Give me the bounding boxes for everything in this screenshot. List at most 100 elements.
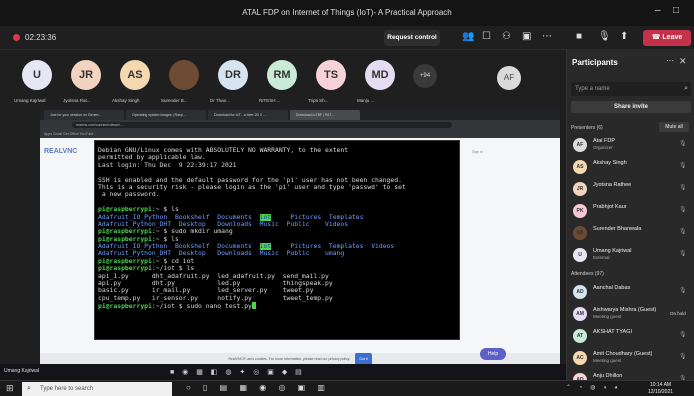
mic-muted-icon: 🎙	[679, 163, 687, 169]
windows-start-icon[interactable]: ⊞	[6, 383, 14, 394]
windows-taskbar: ⊞ ⌕ Type here to search ○ ▯ ▤ ▦ ◉ ◎ ▣ ▥ …	[0, 380, 694, 396]
terminal-line: Debian GNU/Linux comes with ABSOLUTELY N…	[98, 147, 456, 154]
participant-list-item[interactable]: PK Prabhjot Kaur 🎙	[571, 202, 693, 222]
avatar: PK	[573, 204, 587, 218]
mic-off-icon[interactable]: 🎙	[598, 31, 611, 42]
system-tray-icons[interactable]: ⌃ ◔ ◍ ◑ ◕	[566, 384, 621, 391]
avatar: AT	[573, 329, 587, 343]
participant-list-item[interactable]: AT AKSHAT TYAGI 🎙	[571, 327, 693, 347]
terminal-window[interactable]: Debian GNU/Linux comes with ABSOLUTELY N…	[94, 140, 460, 340]
search-icon: ⌕	[27, 385, 31, 392]
leave-button[interactable]: ☎ Leave	[643, 30, 691, 46]
terminal-line: pi@raspberrypi:~/iot $ ls	[98, 265, 456, 272]
participant-name: Surender Bhanwala	[593, 226, 642, 232]
url-field[interactable]: realvnc.com/connect/viewer/...	[72, 122, 452, 128]
participant-tile[interactable]: AS Akshay Singh	[112, 54, 160, 110]
participant-tile[interactable]: JR Jyotsna Rat...	[63, 54, 111, 110]
avatar: MD	[365, 60, 395, 90]
terminal-text: pi@raspberrypi	[98, 265, 152, 273]
participant-tile[interactable]: TS Tripti Sh...	[308, 54, 356, 110]
browser-tab[interactable]: Download IoTBF | PAT...	[290, 110, 360, 120]
terminal-line: a new password.	[98, 191, 456, 198]
participant-tile[interactable]: U Umang Kajriwal	[14, 54, 62, 110]
participant-search-input[interactable]: Type a name ⌕	[571, 82, 691, 96]
minimize-icon[interactable]: –	[655, 5, 661, 16]
terminal-line: pi@raspberrypi:~ $ sudo mkdir umang	[98, 228, 456, 235]
more-actions-icon[interactable]: ⋯	[542, 31, 552, 42]
participants-icon[interactable]: 👥	[462, 31, 474, 42]
maximize-icon[interactable]: □	[673, 5, 679, 16]
participant-list-item[interactable]: U Umang Kajriwal External 🎙	[571, 246, 693, 266]
terminal-text: Adafruit_IO_Python Bookshelf Documents	[98, 213, 260, 221]
share-screen-icon[interactable]: ⬆	[620, 31, 628, 42]
sign-in-link[interactable]: Sign in	[472, 150, 483, 154]
participants-panel: Participants ⋯ ✕ Type a name ⌕ Share inv…	[566, 50, 694, 387]
participant-name: Jyotsna Rathee	[593, 182, 632, 188]
close-icon[interactable]: ✕	[679, 56, 687, 67]
search-icon: ⌕	[684, 85, 688, 92]
terminal-line: pi@raspberrypi:~ $ ls	[98, 206, 456, 213]
terminal-text: Adafruit_Python_DHT Desktop Downloads Mu…	[98, 250, 345, 258]
request-control-button[interactable]: Request control	[384, 30, 440, 46]
bookmarks-bar: Apps Gmail Get Office YouTube	[40, 130, 560, 138]
terminal-text: Pictures Templates Videos	[271, 243, 395, 251]
participant-list-item[interactable]: JR Jyotsna Rathee 🎙	[571, 180, 693, 200]
avatar: AS	[120, 60, 150, 90]
browser-tab[interactable]: Operating system images | Rasp...	[126, 110, 206, 120]
help-button[interactable]: Help	[480, 348, 506, 360]
participant-role: Meeting guest	[593, 358, 622, 363]
taskbar-app-icons[interactable]: ○ ▯ ▤ ▦ ◉ ◎ ▣ ▥	[186, 383, 330, 392]
avatar: AS	[573, 160, 587, 174]
participant-list-item[interactable]: AC Amit Choudhary (Guest) Meeting guest 🎙	[571, 349, 693, 369]
search-placeholder: Type here to search	[40, 386, 94, 392]
browser-tab[interactable]: Download for IoT - a beer 2D 0 ...	[208, 110, 288, 120]
terminal-text: Pictures Templates	[271, 213, 364, 221]
terminal-text: :~ $ ls	[151, 206, 179, 214]
terminal-cursor	[251, 302, 256, 310]
rooms-icon[interactable]: ▣	[522, 31, 531, 42]
terminal-line: api_1.py dht_adafruit.py led_adafruit.py…	[98, 273, 456, 280]
avatar: TS	[316, 60, 346, 90]
participant-tile[interactable]: Surender B...	[161, 54, 209, 110]
participant-list-item[interactable]: AM Aishwarya Mishra (Guest) Meeting guest O…	[571, 305, 693, 325]
remote-taskbar: Umang Kajriwal ■ ◉ ▦ ◧ ◍ ✦ ◎ ▣ ◆ ▤	[0, 364, 566, 380]
breakout-rooms-icon[interactable]: ⚇	[502, 31, 511, 42]
participant-tile[interactable]: MD Manju ...	[357, 54, 405, 110]
participant-list-item[interactable]: AF Atal FDP Organizer 🎙	[571, 136, 693, 156]
avatar: AC	[573, 351, 587, 365]
participant-tile[interactable]: RM RITESH ...	[259, 54, 307, 110]
terminal-text: This is a security risk - please login a…	[98, 183, 406, 191]
mic-muted-icon: 🎙	[679, 229, 687, 235]
window-title: ATAL FDP on Internet of Things (IoT)- A …	[242, 8, 452, 17]
taskbar-clock[interactable]: 10:14 AM 12/10/2021	[648, 382, 673, 396]
avatar: JR	[71, 60, 101, 90]
avatar: U	[573, 248, 587, 262]
window-title-bar: ATAL FDP on Internet of Things (IoT)- A …	[0, 0, 694, 26]
presenters-header[interactable]: Presenters (6)	[571, 125, 603, 131]
participant-name: AKSHAT TYAGI	[593, 329, 633, 335]
terminal-text: iot	[259, 243, 272, 251]
participant-tile[interactable]: DR Dr Than...	[210, 54, 258, 110]
share-invite-button[interactable]: Share invite	[571, 101, 691, 113]
taskbar-search-input[interactable]: ⌕ Type here to search	[22, 382, 172, 396]
chat-icon[interactable]: ☐	[482, 31, 491, 42]
participant-list-item[interactable]: AS Akshay Singh 🎙	[571, 158, 693, 178]
camera-off-icon[interactable]: ■	[576, 31, 582, 42]
terminal-text: api_1.py dht_adafruit.py led_adafruit.py…	[98, 272, 329, 280]
avatar: AM	[573, 307, 587, 321]
participant-name: Manju ...	[357, 98, 375, 103]
browser-tab[interactable]: Just for your session on Generi...	[44, 110, 124, 120]
terminal-line: Adafruit_IO_Python Bookshelf Documents i…	[98, 213, 456, 221]
participant-list-item[interactable]: SB Surender Bhanwala 🎙	[571, 224, 693, 244]
participant-list-item[interactable]: AD Aanchal Dabas 🎙	[571, 283, 693, 303]
more-options-icon[interactable]: ⋯	[666, 56, 674, 65]
participant-name: Umang Kajriwal	[593, 248, 632, 254]
more-participants-button[interactable]: +94	[413, 64, 437, 88]
mic-muted-icon: 🎙	[679, 207, 687, 213]
avatar[interactable]: AF	[497, 66, 521, 90]
attendees-header[interactable]: Attendees (97)	[571, 271, 604, 277]
participant-strip: U Umang Kajriwal JR Jyotsna Rat... AS Ak…	[0, 50, 566, 112]
mute-all-button[interactable]: Mute all	[659, 122, 689, 132]
status-badge: On hold	[670, 311, 686, 316]
terminal-line: api.py dht.py led.py thingspeak.py	[98, 280, 456, 287]
